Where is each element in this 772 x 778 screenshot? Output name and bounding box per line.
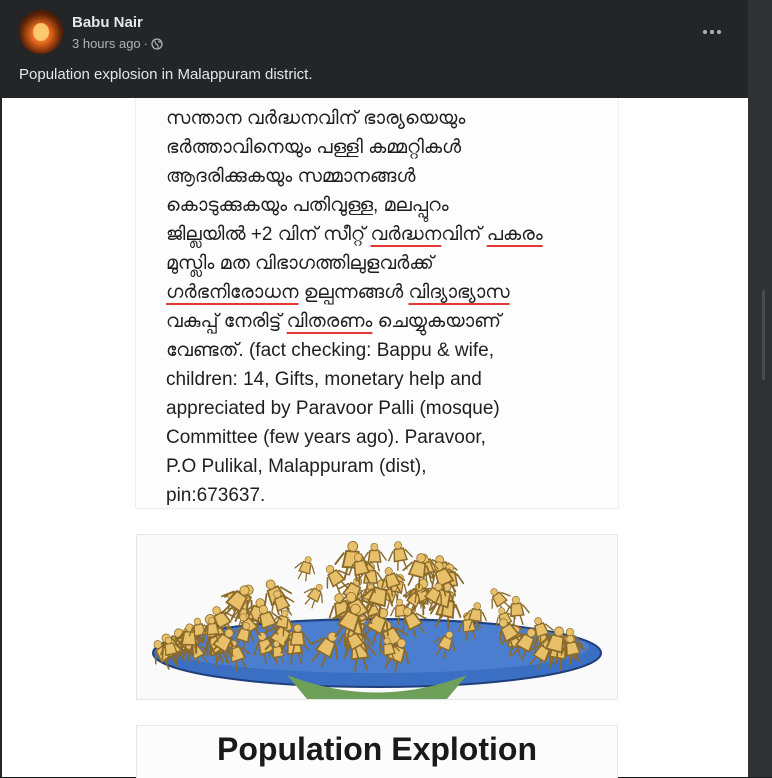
meta-separator: · (143, 36, 149, 51)
image-text-line: ആദരിക്കുകയും സമ്മാനങ്ങൾ (166, 166, 416, 187)
image-text-line: appreciated by Paravoor Palli (mosque) (166, 398, 500, 419)
post-caption: Population explosion in Malappuram distr… (19, 66, 313, 83)
post-card: Babu Nair 3 hours ago · Population explo… (0, 0, 748, 778)
image-text-line: ഗർഭനിരോധന ഉല്പന്നങ്ങൾ വിദ്യാഭ്യാസ (166, 282, 510, 303)
image-text-line: pin:673637. (166, 485, 266, 506)
crowd-illustration (136, 534, 618, 700)
population-explotion-title: Population Explotion (217, 731, 537, 767)
post-image[interactable]: സന്താന വർദ്ധനവിന് ഭാര്യയെയും ഭർത്താവിനെയ… (2, 98, 748, 778)
post-meta: 3 hours ago · (72, 36, 163, 51)
title-panel: Population Explotion (136, 725, 618, 778)
image-text-line: കൊടുക്കുകയും പതിവുള്ള, മലപ്പുറം (166, 195, 449, 216)
image-text-line: ഭർത്താവിനെയും പള്ളി കമ്മറ്റികൾ (166, 137, 462, 158)
crowd-figure (303, 583, 323, 609)
more-options-icon[interactable] (698, 18, 726, 46)
avatar[interactable] (19, 10, 63, 54)
image-text-line: children: 14, Gifts, monetary help and (166, 369, 482, 390)
image-text-line: വകുപ്പ് നേരിട്ട് വിതരണം ചെയ്യുകയാണ് (166, 311, 502, 332)
image-text-line: സന്താന വർദ്ധനവിന് ഭാര്യയെയും (166, 108, 466, 129)
page-background-scroll-area (748, 0, 772, 777)
author-name[interactable]: Babu Nair (72, 14, 143, 31)
image-text-line: മുസ്ലിം മത വിഭാഗത്തിലുളവർക്ക് (166, 253, 434, 274)
image-text-line: ജില്ലയിൽ +2 വിന് സീറ്റ് വർദ്ധനവിന് പകരം (166, 224, 543, 245)
image-text-line: P.O Pulikal, Malappuram (dist), (166, 456, 427, 477)
image-text-line: Committee (few years ago). Paravoor, (166, 427, 486, 448)
globe-icon (151, 37, 163, 50)
image-text-block: സന്താന വർദ്ധനവിന് ഭാര്യയെയും ഭർത്താവിനെയ… (166, 104, 616, 510)
image-text-line: വേണ്ടത്. (fact checking: Bappu & wife, (166, 340, 494, 361)
crowd-on-bowl-drawing (152, 541, 602, 699)
post-timestamp[interactable]: 3 hours ago (72, 36, 141, 51)
crowd-figure (388, 541, 413, 571)
crowd-figure (294, 556, 316, 582)
